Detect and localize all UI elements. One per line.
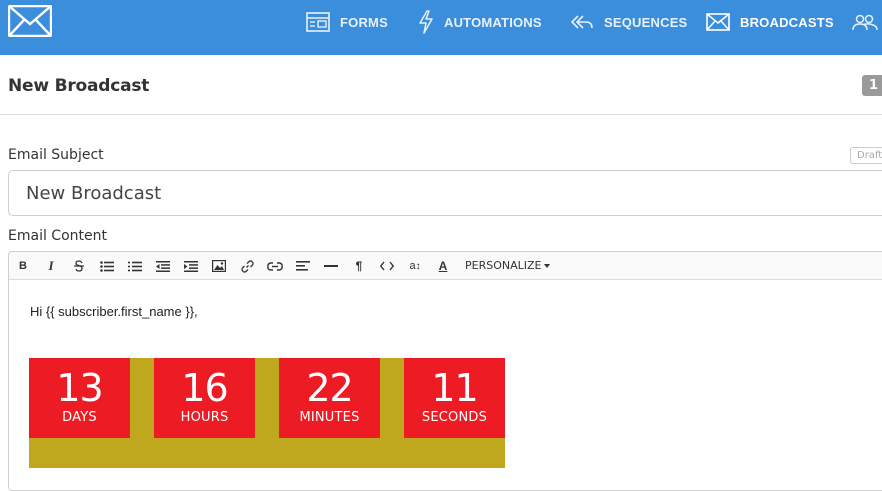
align-icon[interactable] xyxy=(292,256,314,276)
forms-icon xyxy=(306,12,330,32)
nav-sequences[interactable]: SEQUENCES xyxy=(570,0,687,44)
unlink-icon[interactable] xyxy=(264,256,286,276)
nav-broadcasts[interactable]: BROADCASTS xyxy=(706,0,834,44)
countdown-hours-value: 16 xyxy=(181,366,228,410)
countdown-timer-image[interactable]: 13 DAYS 16 HOURS 22 MINUTES 11 SECONDS xyxy=(29,358,505,468)
nav-sequences-label: SEQUENCES xyxy=(604,14,688,30)
nav-automations[interactable]: AUTOMATIONS xyxy=(418,0,542,44)
paragraph-icon[interactable]: ¶ xyxy=(348,256,370,276)
bold-icon[interactable]: B xyxy=(12,256,34,276)
sequences-icon xyxy=(570,15,593,29)
link-icon[interactable] xyxy=(236,256,258,276)
subscribers-icon xyxy=(852,14,878,31)
nav-subscribers[interactable] xyxy=(852,0,882,44)
personalize-label: PERSONALIZE xyxy=(465,259,542,272)
strikethrough-icon[interactable] xyxy=(68,256,90,276)
countdown-seconds-label: SECONDS xyxy=(421,410,488,425)
indent-icon[interactable] xyxy=(180,256,202,276)
email-content-editor[interactable]: B I ¶ a↕ A PERSONALIZE Hi {{subscriber.… xyxy=(8,251,882,491)
italic-icon[interactable]: I xyxy=(40,256,62,276)
countdown-minutes: 22 MINUTES xyxy=(279,358,380,438)
countdown-hours-label: HOURS xyxy=(180,410,229,425)
nav-broadcasts-label: BROADCASTS xyxy=(740,14,834,30)
email-subject-label: Email Subject xyxy=(8,147,104,163)
greeting-text: Hi {{ subscriber.first_name }}, xyxy=(30,304,198,319)
numbered-list-icon[interactable] xyxy=(124,256,146,276)
countdown-days-label: DAYS xyxy=(62,410,97,425)
countdown-days-value: 13 xyxy=(56,366,103,410)
nav-forms-label: FORMS xyxy=(340,14,388,30)
outdent-icon[interactable] xyxy=(152,256,174,276)
bullet-list-icon[interactable] xyxy=(96,256,118,276)
countdown-days: 13 DAYS xyxy=(29,358,130,438)
logo-envelope-icon[interactable] xyxy=(7,4,53,38)
envelope-icon xyxy=(706,13,730,31)
countdown-hours: 16 HOURS xyxy=(154,358,255,438)
personalize-dropdown[interactable]: PERSONALIZE xyxy=(465,259,551,272)
header-divider xyxy=(0,114,882,115)
editor-toolbar: B I ¶ a↕ A PERSONALIZE xyxy=(9,252,882,280)
countdown-minutes-label: MINUTES xyxy=(299,410,360,425)
countdown-minutes-value: 22 xyxy=(306,366,353,410)
countdown-seconds: 11 SECONDS xyxy=(404,358,505,438)
font-size-icon[interactable]: a↕ xyxy=(404,256,426,276)
count-badge: 1 xyxy=(862,75,882,96)
horizontal-rule-icon[interactable] xyxy=(320,256,342,276)
email-subject-input[interactable] xyxy=(8,170,882,216)
nav-automations-label: AUTOMATIONS xyxy=(444,14,542,30)
email-content-label: Email Content xyxy=(8,228,107,244)
text-color-icon[interactable]: A xyxy=(432,256,454,276)
top-navigation-bar: FORMS AUTOMATIONS SEQUENCES BROADCASTS xyxy=(0,0,882,55)
draft-status-badge: Draft xyxy=(850,147,882,164)
caret-down-icon xyxy=(544,264,551,268)
image-icon[interactable] xyxy=(208,256,230,276)
nav-forms[interactable]: FORMS xyxy=(306,0,388,44)
lightning-icon xyxy=(419,10,433,34)
countdown-seconds-value: 11 xyxy=(431,366,478,410)
code-icon[interactable] xyxy=(376,256,398,276)
page-title: New Broadcast xyxy=(8,76,150,96)
